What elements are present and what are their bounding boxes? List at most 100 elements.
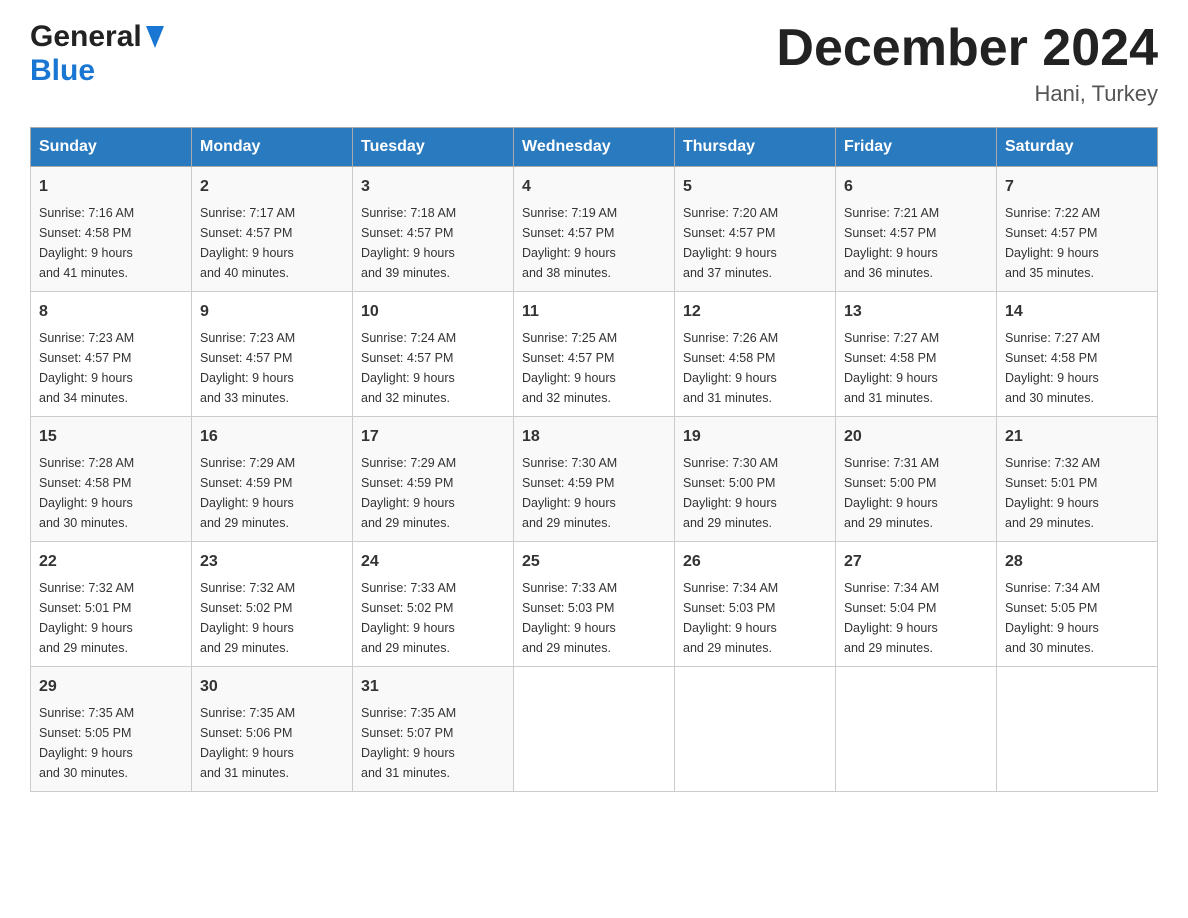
weekday-header-wednesday: Wednesday: [514, 128, 675, 167]
page-header: General Blue December 2024 Hani, Turkey: [30, 20, 1158, 107]
calendar-table: SundayMondayTuesdayWednesdayThursdayFrid…: [30, 127, 1158, 792]
weekday-header-tuesday: Tuesday: [353, 128, 514, 167]
day-info: Sunrise: 7:34 AMSunset: 5:04 PMDaylight:…: [844, 581, 939, 655]
weekday-header-thursday: Thursday: [675, 128, 836, 167]
day-info: Sunrise: 7:26 AMSunset: 4:58 PMDaylight:…: [683, 331, 778, 405]
day-number: 4: [522, 175, 666, 199]
calendar-week-row: 15 Sunrise: 7:28 AMSunset: 4:58 PMDaylig…: [31, 417, 1158, 542]
location: Hani, Turkey: [776, 81, 1158, 107]
day-info: Sunrise: 7:23 AMSunset: 4:57 PMDaylight:…: [200, 331, 295, 405]
day-number: 23: [200, 550, 344, 574]
weekday-header-monday: Monday: [192, 128, 353, 167]
calendar-week-row: 1 Sunrise: 7:16 AMSunset: 4:58 PMDayligh…: [31, 167, 1158, 292]
weekday-header-friday: Friday: [836, 128, 997, 167]
logo-blue-text: Blue: [30, 54, 95, 87]
day-info: Sunrise: 7:29 AMSunset: 4:59 PMDaylight:…: [200, 456, 295, 530]
day-number: 27: [844, 550, 988, 574]
calendar-cell: 12 Sunrise: 7:26 AMSunset: 4:58 PMDaylig…: [675, 292, 836, 417]
day-info: Sunrise: 7:27 AMSunset: 4:58 PMDaylight:…: [1005, 331, 1100, 405]
calendar-cell: [997, 667, 1158, 792]
day-info: Sunrise: 7:33 AMSunset: 5:02 PMDaylight:…: [361, 581, 456, 655]
calendar-cell: 3 Sunrise: 7:18 AMSunset: 4:57 PMDayligh…: [353, 167, 514, 292]
title-section: December 2024 Hani, Turkey: [776, 20, 1158, 107]
calendar-cell: 29 Sunrise: 7:35 AMSunset: 5:05 PMDaylig…: [31, 667, 192, 792]
day-number: 17: [361, 425, 505, 449]
calendar-cell: 24 Sunrise: 7:33 AMSunset: 5:02 PMDaylig…: [353, 542, 514, 667]
day-info: Sunrise: 7:35 AMSunset: 5:06 PMDaylight:…: [200, 706, 295, 780]
month-title: December 2024: [776, 20, 1158, 77]
day-number: 21: [1005, 425, 1149, 449]
day-number: 3: [361, 175, 505, 199]
calendar-cell: 1 Sunrise: 7:16 AMSunset: 4:58 PMDayligh…: [31, 167, 192, 292]
day-info: Sunrise: 7:35 AMSunset: 5:05 PMDaylight:…: [39, 706, 134, 780]
day-info: Sunrise: 7:20 AMSunset: 4:57 PMDaylight:…: [683, 206, 778, 280]
day-number: 25: [522, 550, 666, 574]
calendar-week-row: 22 Sunrise: 7:32 AMSunset: 5:01 PMDaylig…: [31, 542, 1158, 667]
weekday-header-saturday: Saturday: [997, 128, 1158, 167]
calendar-cell: [675, 667, 836, 792]
day-number: 14: [1005, 300, 1149, 324]
calendar-cell: 20 Sunrise: 7:31 AMSunset: 5:00 PMDaylig…: [836, 417, 997, 542]
logo-general-text: General: [30, 20, 142, 54]
day-number: 22: [39, 550, 183, 574]
calendar-cell: [836, 667, 997, 792]
day-number: 6: [844, 175, 988, 199]
day-info: Sunrise: 7:21 AMSunset: 4:57 PMDaylight:…: [844, 206, 939, 280]
calendar-cell: 21 Sunrise: 7:32 AMSunset: 5:01 PMDaylig…: [997, 417, 1158, 542]
day-info: Sunrise: 7:32 AMSunset: 5:01 PMDaylight:…: [1005, 456, 1100, 530]
day-number: 29: [39, 675, 183, 699]
calendar-cell: 6 Sunrise: 7:21 AMSunset: 4:57 PMDayligh…: [836, 167, 997, 292]
day-info: Sunrise: 7:32 AMSunset: 5:01 PMDaylight:…: [39, 581, 134, 655]
calendar-cell: 25 Sunrise: 7:33 AMSunset: 5:03 PMDaylig…: [514, 542, 675, 667]
calendar-cell: 2 Sunrise: 7:17 AMSunset: 4:57 PMDayligh…: [192, 167, 353, 292]
calendar-cell: 28 Sunrise: 7:34 AMSunset: 5:05 PMDaylig…: [997, 542, 1158, 667]
calendar-cell: 18 Sunrise: 7:30 AMSunset: 4:59 PMDaylig…: [514, 417, 675, 542]
day-info: Sunrise: 7:30 AMSunset: 4:59 PMDaylight:…: [522, 456, 617, 530]
calendar-cell: 19 Sunrise: 7:30 AMSunset: 5:00 PMDaylig…: [675, 417, 836, 542]
calendar-cell: 17 Sunrise: 7:29 AMSunset: 4:59 PMDaylig…: [353, 417, 514, 542]
calendar-cell: 23 Sunrise: 7:32 AMSunset: 5:02 PMDaylig…: [192, 542, 353, 667]
day-info: Sunrise: 7:24 AMSunset: 4:57 PMDaylight:…: [361, 331, 456, 405]
weekday-header-row: SundayMondayTuesdayWednesdayThursdayFrid…: [31, 128, 1158, 167]
calendar-cell: 31 Sunrise: 7:35 AMSunset: 5:07 PMDaylig…: [353, 667, 514, 792]
day-number: 31: [361, 675, 505, 699]
day-info: Sunrise: 7:25 AMSunset: 4:57 PMDaylight:…: [522, 331, 617, 405]
day-info: Sunrise: 7:30 AMSunset: 5:00 PMDaylight:…: [683, 456, 778, 530]
day-info: Sunrise: 7:34 AMSunset: 5:03 PMDaylight:…: [683, 581, 778, 655]
calendar-cell: 30 Sunrise: 7:35 AMSunset: 5:06 PMDaylig…: [192, 667, 353, 792]
calendar-week-row: 8 Sunrise: 7:23 AMSunset: 4:57 PMDayligh…: [31, 292, 1158, 417]
day-number: 30: [200, 675, 344, 699]
day-info: Sunrise: 7:35 AMSunset: 5:07 PMDaylight:…: [361, 706, 456, 780]
day-info: Sunrise: 7:17 AMSunset: 4:57 PMDaylight:…: [200, 206, 295, 280]
calendar-cell: 10 Sunrise: 7:24 AMSunset: 4:57 PMDaylig…: [353, 292, 514, 417]
day-number: 26: [683, 550, 827, 574]
day-info: Sunrise: 7:23 AMSunset: 4:57 PMDaylight:…: [39, 331, 134, 405]
calendar-cell: [514, 667, 675, 792]
day-number: 12: [683, 300, 827, 324]
calendar-cell: 4 Sunrise: 7:19 AMSunset: 4:57 PMDayligh…: [514, 167, 675, 292]
day-number: 24: [361, 550, 505, 574]
day-info: Sunrise: 7:19 AMSunset: 4:57 PMDaylight:…: [522, 206, 617, 280]
day-number: 11: [522, 300, 666, 324]
day-number: 19: [683, 425, 827, 449]
day-number: 9: [200, 300, 344, 324]
day-number: 13: [844, 300, 988, 324]
calendar-week-row: 29 Sunrise: 7:35 AMSunset: 5:05 PMDaylig…: [31, 667, 1158, 792]
day-number: 20: [844, 425, 988, 449]
logo: General Blue: [30, 20, 164, 88]
calendar-cell: 13 Sunrise: 7:27 AMSunset: 4:58 PMDaylig…: [836, 292, 997, 417]
day-info: Sunrise: 7:33 AMSunset: 5:03 PMDaylight:…: [522, 581, 617, 655]
weekday-header-sunday: Sunday: [31, 128, 192, 167]
calendar-cell: 11 Sunrise: 7:25 AMSunset: 4:57 PMDaylig…: [514, 292, 675, 417]
day-info: Sunrise: 7:27 AMSunset: 4:58 PMDaylight:…: [844, 331, 939, 405]
calendar-cell: 8 Sunrise: 7:23 AMSunset: 4:57 PMDayligh…: [31, 292, 192, 417]
day-number: 18: [522, 425, 666, 449]
day-number: 7: [1005, 175, 1149, 199]
calendar-cell: 15 Sunrise: 7:28 AMSunset: 4:58 PMDaylig…: [31, 417, 192, 542]
day-number: 15: [39, 425, 183, 449]
calendar-cell: 9 Sunrise: 7:23 AMSunset: 4:57 PMDayligh…: [192, 292, 353, 417]
day-info: Sunrise: 7:29 AMSunset: 4:59 PMDaylight:…: [361, 456, 456, 530]
calendar-cell: 27 Sunrise: 7:34 AMSunset: 5:04 PMDaylig…: [836, 542, 997, 667]
day-info: Sunrise: 7:16 AMSunset: 4:58 PMDaylight:…: [39, 206, 134, 280]
calendar-cell: 26 Sunrise: 7:34 AMSunset: 5:03 PMDaylig…: [675, 542, 836, 667]
